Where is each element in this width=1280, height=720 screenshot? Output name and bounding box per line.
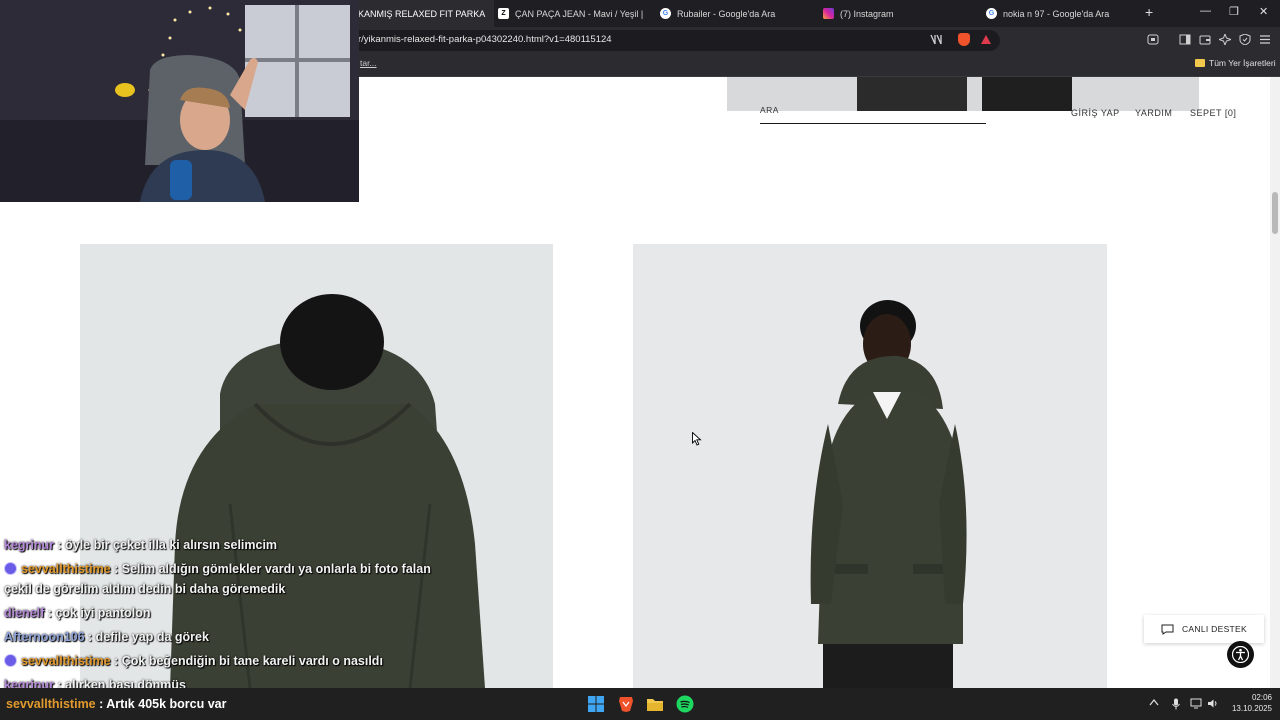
tab-label: ÇAN PAÇA JEAN - Mavi / Yeşil | ZARA: [515, 8, 646, 19]
subscriber-badge-icon: [4, 562, 17, 576]
all-bookmarks-link[interactable]: Tüm Yer İşaretleri: [1209, 58, 1276, 68]
windows-start-icon[interactable]: [587, 695, 605, 713]
help-link[interactable]: YARDIM: [1135, 108, 1172, 118]
volume-icon[interactable]: [1207, 698, 1219, 712]
mouse-cursor-icon: [692, 431, 702, 451]
tab-parka[interactable]: KANMIŞ RELAXED FIT PARKA ✕: [352, 0, 494, 27]
folder-icon: [1195, 59, 1205, 67]
microphone-icon[interactable]: [1171, 698, 1181, 713]
tab-instagram[interactable]: (7) Instagram: [823, 0, 973, 27]
search-field[interactable]: ARA: [760, 105, 986, 124]
close-window-button[interactable]: ✕: [1259, 5, 1268, 18]
minimize-button[interactable]: —: [1200, 5, 1211, 17]
network-icon[interactable]: [1190, 698, 1202, 712]
chat-text: : çok iyi pantolon: [44, 606, 151, 620]
chat-ticker: sevvallthistime : Artık 405k borcu var: [6, 697, 226, 711]
stream-chat: kegrinur : öyle bir çeket illa ki alırsı…: [4, 533, 454, 697]
chat-text: : öyle bir çeket illa ki alırsın selimci…: [54, 538, 278, 552]
chat-message: sevvallthistime : Çok beğendiğin bi tane…: [4, 649, 454, 673]
url-text[interactable]: r/yikanmis-relaxed-fit-parka-p04302240.h…: [358, 34, 612, 45]
webcam-feed: [0, 0, 359, 202]
sidebar-toggle-icon[interactable]: [1179, 34, 1191, 48]
accessibility-button[interactable]: [1227, 641, 1254, 668]
bookmark-item[interactable]: tar...: [360, 58, 377, 68]
instagram-favicon-icon: [823, 8, 834, 19]
chat-message: dienelf : çok iyi pantolon: [4, 601, 454, 625]
login-link[interactable]: GİRİŞ YAP: [1071, 108, 1120, 118]
tab-nokia[interactable]: G nokia n 97 - Google'da Ara: [986, 0, 1136, 27]
ticker-text: : Artık 405k borcu var: [95, 697, 227, 711]
zara-favicon-icon: Z: [498, 8, 509, 19]
brave-rewards-icon[interactable]: [981, 35, 991, 44]
chat-username: Afternoon106: [4, 630, 85, 644]
vpn-shield-icon[interactable]: [1239, 33, 1251, 48]
tab-label: KANMIŞ RELAXED FIT PARKA: [358, 8, 486, 19]
product-photo-front[interactable]: [633, 244, 1107, 688]
tab-jean[interactable]: Z ÇAN PAÇA JEAN - Mavi / Yeşil | ZARA: [498, 0, 646, 27]
chat-message: kegrinur : öyle bir çeket illa ki alırsı…: [4, 533, 454, 557]
model-front-illustration: [810, 300, 967, 688]
tab-label: (7) Instagram: [840, 8, 894, 19]
file-explorer-icon[interactable]: [646, 695, 664, 713]
google-favicon-icon: G: [660, 8, 671, 19]
new-tab-button[interactable]: +: [1145, 4, 1153, 20]
chat-username: sevvallthistime: [21, 562, 111, 576]
page-scrollbar[interactable]: [1270, 77, 1280, 688]
system-clock[interactable]: 02:06 13.10.2025: [1228, 692, 1272, 714]
clock-date: 13.10.2025: [1231, 704, 1272, 713]
chat-username: dienelf: [4, 606, 45, 620]
wallet-icon[interactable]: [1199, 34, 1211, 48]
chat-bubble-icon: [1161, 624, 1174, 635]
restore-button[interactable]: ❐: [1229, 5, 1239, 18]
clock-time: 02:06: [1251, 693, 1272, 702]
tab-label: Rubailer - Google'da Ara: [677, 8, 776, 19]
accessibility-icon: [1232, 646, 1249, 663]
brave-shields-icon[interactable]: [958, 33, 970, 46]
jacket-hem: [982, 77, 1072, 111]
spotify-icon[interactable]: [676, 695, 694, 713]
reader-mode-icon[interactable]: [930, 34, 942, 48]
chat-text: çekil de görelim aldım dedin bi daha gör…: [4, 582, 286, 596]
chat-message: Afternoon106 : defile yap da görek: [4, 625, 454, 649]
chat-username: sevvallthistime: [21, 654, 111, 668]
tab-label: nokia n 97 - Google'da Ara: [1003, 8, 1110, 19]
menu-icon[interactable]: [1259, 34, 1271, 48]
chat-text: : Selim aldığın gömlekler vardı ya onlar…: [110, 562, 431, 576]
chat-username: kegrinur: [4, 538, 55, 552]
chat-text: : Çok beğendiğin bi tane kareli vardı o …: [110, 654, 383, 668]
cart-link[interactable]: SEPET [0]: [1190, 108, 1236, 118]
leo-ai-icon[interactable]: [1217, 32, 1233, 48]
chat-text: : defile yap da görek: [84, 630, 209, 644]
live-support-button[interactable]: CANLI DESTEK: [1144, 615, 1264, 643]
webcam-overlay: [0, 0, 359, 202]
google-favicon-icon: G: [986, 8, 997, 19]
scrollbar-thumb[interactable]: [1272, 192, 1278, 234]
search-label: ARA: [760, 105, 779, 115]
extension-icon[interactable]: [1147, 34, 1159, 48]
tab-rubailer[interactable]: G Rubailer - Google'da Ara: [660, 0, 810, 27]
show-hidden-icons-icon[interactable]: [1149, 698, 1159, 709]
subscriber-badge-icon: [4, 654, 17, 668]
ticker-username: sevvallthistime: [6, 697, 96, 711]
brave-browser-icon[interactable]: [617, 695, 635, 713]
live-support-label: CANLI DESTEK: [1181, 624, 1247, 634]
